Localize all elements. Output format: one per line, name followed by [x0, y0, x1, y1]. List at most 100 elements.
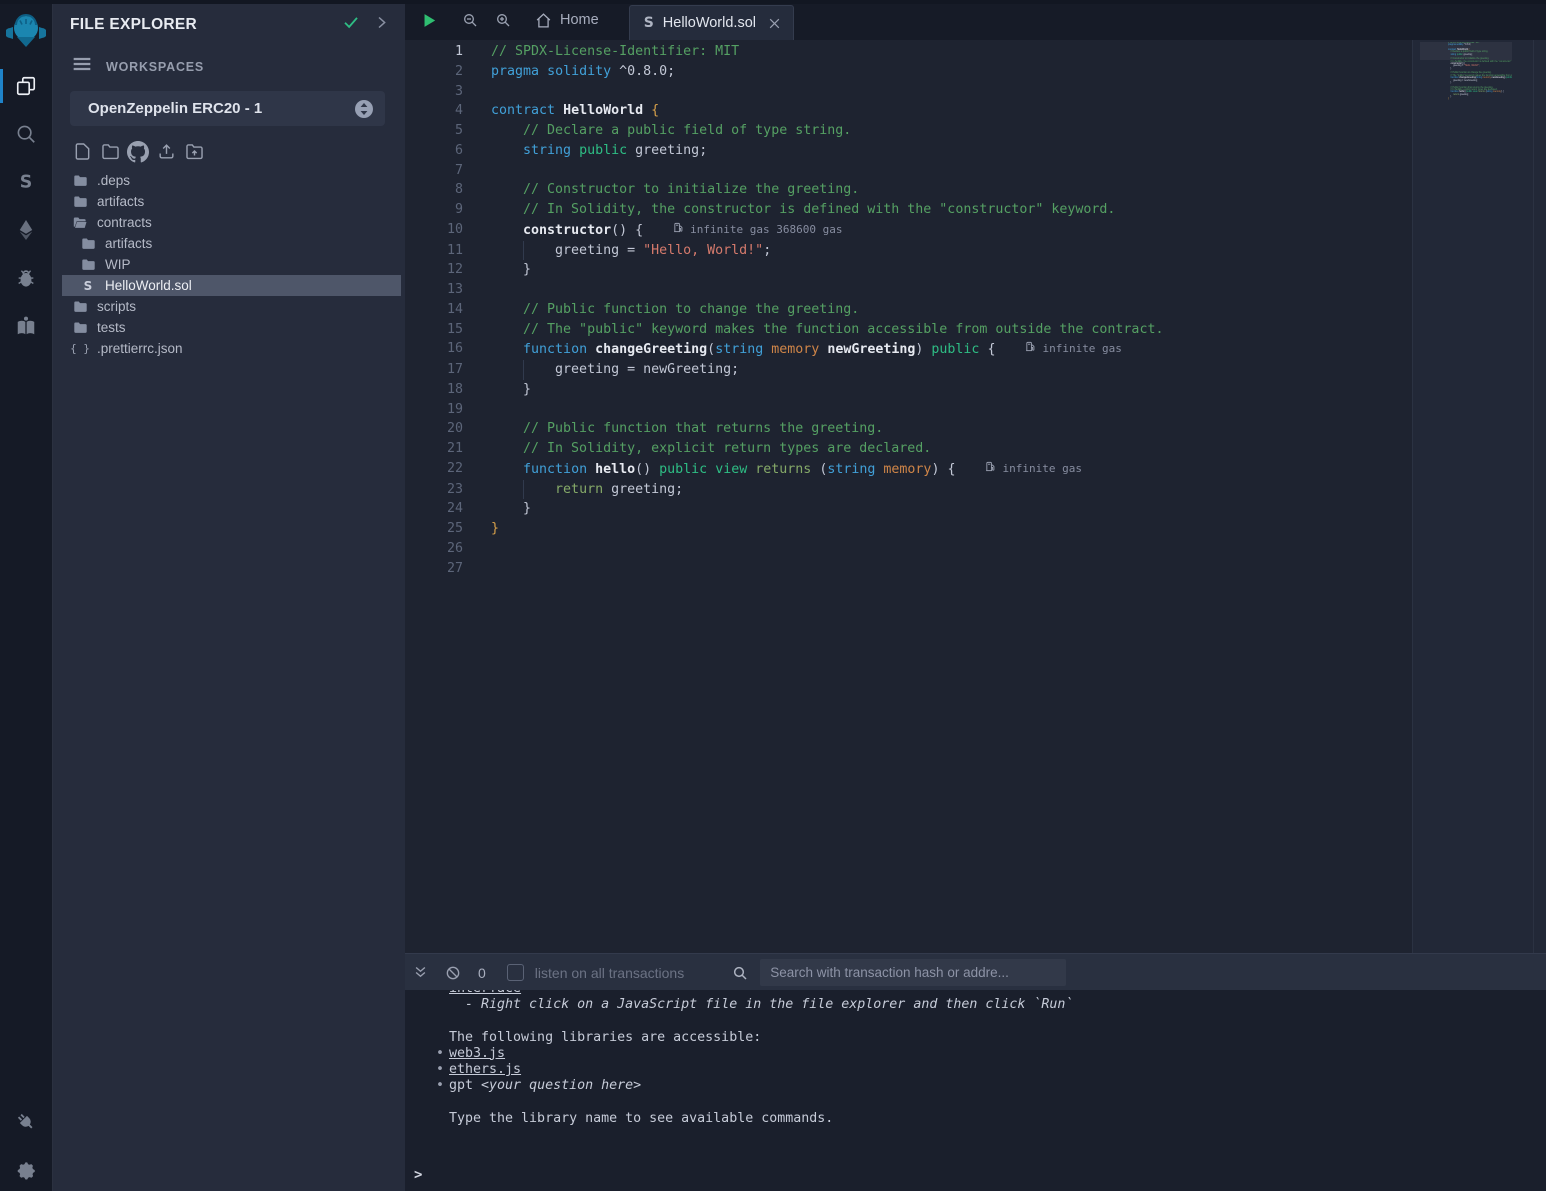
- editor-scrollbar[interactable]: [1533, 40, 1534, 953]
- terminal-link[interactable]: interface: [449, 990, 521, 996]
- code-token: [587, 342, 595, 357]
- code-token: }: [491, 501, 531, 516]
- upload-file-button[interactable]: [156, 144, 176, 164]
- tree-item-artifacts[interactable]: artifacts: [62, 191, 401, 212]
- terminal-link[interactable]: ethers.js: [449, 1062, 521, 1077]
- code-line-13: 13: [405, 280, 1163, 300]
- github-icon: [127, 141, 149, 168]
- code-token: [587, 462, 595, 477]
- tree-item-wip[interactable]: WIP: [62, 254, 401, 275]
- terminal-link[interactable]: web3.js: [449, 1046, 505, 1061]
- rail-item-solidity-compiler[interactable]: S: [0, 162, 52, 202]
- folder-open-icon: [72, 215, 88, 231]
- line-number: 19: [405, 400, 463, 420]
- chevron-right-icon[interactable]: [374, 15, 389, 35]
- gas-estimate-badge: infinite gas: [1025, 339, 1121, 359]
- tree-item-artifacts[interactable]: artifacts: [62, 233, 401, 254]
- editor-tabbar: Home S HelloWorld.sol: [405, 0, 1546, 41]
- tree-item-scripts[interactable]: scripts: [62, 296, 401, 317]
- upload-folder-button[interactable]: [184, 144, 204, 164]
- folder-icon: [72, 194, 88, 210]
- tree-item-tests[interactable]: tests: [62, 317, 401, 338]
- code-token: [643, 103, 651, 118]
- code-line-22: 22 function hello() public view returns …: [405, 459, 1163, 480]
- tab-home[interactable]: Home: [535, 12, 599, 29]
- code-line-1: 1// SPDX-License-Identifier: MIT: [405, 42, 1163, 62]
- code-token: "Hello, World!": [643, 243, 763, 258]
- rail-item-settings[interactable]: [0, 1150, 52, 1190]
- code-line-2: 2pragma solidity ^0.8.0;: [405, 62, 1163, 82]
- fuel-pump-icon: [1025, 339, 1042, 359]
- code-line-8: 8 // Constructor to initialize the greet…: [405, 180, 1163, 200]
- rail-item-learneth[interactable]: [0, 306, 52, 346]
- code-token: contract: [491, 103, 555, 118]
- tab-home-label: Home: [560, 12, 599, 28]
- line-content: [463, 400, 499, 420]
- rail-item-deploy-run[interactable]: [0, 210, 52, 250]
- tree-item--deps[interactable]: .deps: [62, 170, 401, 191]
- run-play-button[interactable]: [421, 12, 438, 29]
- workspace-sort-icon: [355, 100, 373, 118]
- line-number: 3: [405, 82, 463, 102]
- line-number: 17: [405, 360, 463, 380]
- terminal-prompt[interactable]: >: [414, 1167, 422, 1183]
- code-lines: 1// SPDX-License-Identifier: MIT2pragma …: [405, 42, 1163, 578]
- github-button[interactable]: [128, 144, 148, 164]
- check-icon[interactable]: [342, 13, 360, 36]
- code-token: newGreeting: [827, 342, 915, 357]
- line-content: pragma solidity ^0.8.0;: [463, 62, 675, 82]
- folder-icon: [72, 299, 88, 315]
- line-content: [463, 559, 499, 579]
- file-tree: .depsartifactscontractsartifactsWIPSHell…: [52, 170, 405, 359]
- terminal-search-input[interactable]: [760, 959, 1066, 986]
- remix-logo-icon[interactable]: [3, 10, 49, 52]
- tab-helloworld[interactable]: S HelloWorld.sol: [629, 5, 794, 41]
- tree-item-contracts[interactable]: contracts: [62, 212, 401, 233]
- double-chevron-down-icon[interactable]: [413, 965, 428, 980]
- code-editor[interactable]: 1// SPDX-License-Identifier: MIT2pragma …: [405, 40, 1546, 953]
- folder-icon: [72, 320, 88, 336]
- line-content: [463, 161, 499, 181]
- terminal-output[interactable]: interface - Right click on a JavaScript …: [405, 990, 1546, 1191]
- tree-item-label: tests: [97, 320, 126, 335]
- zoom-out-icon[interactable]: [462, 12, 478, 28]
- line-number: 16: [405, 339, 463, 360]
- tree-item--prettierrc-json[interactable]: { }.prettierrc.json: [62, 338, 401, 359]
- line-content: [463, 82, 499, 102]
- new-file-button[interactable]: [72, 144, 92, 164]
- code-token: function: [523, 342, 587, 357]
- listen-label: listen on all transactions: [535, 965, 684, 981]
- zoom-in-icon[interactable]: [495, 12, 511, 28]
- hamburger-icon[interactable]: [72, 56, 92, 77]
- code-token: changeGreeting: [595, 342, 707, 357]
- rail-item-debugger[interactable]: [0, 258, 52, 298]
- line-content: // Constructor to initialize the greetin…: [463, 180, 859, 200]
- line-number: 13: [405, 280, 463, 300]
- plug-icon: [15, 1111, 37, 1133]
- file-actions-toolbar: [72, 144, 405, 164]
- tree-item-helloworld-sol[interactable]: SHelloWorld.sol: [62, 275, 401, 296]
- code-line-18: 18 }: [405, 380, 1163, 400]
- terminal-text: The following libraries are accessible:: [449, 1030, 761, 1045]
- new-folder-button[interactable]: [100, 144, 120, 164]
- rail-item-plugin-manager[interactable]: [0, 1102, 52, 1142]
- line-content: function hello() public view returns (st…: [463, 459, 1082, 480]
- code-line-26: 26: [405, 539, 1163, 559]
- workspace-select[interactable]: OpenZeppelin ERC20 - 1: [70, 91, 385, 126]
- rail-item-search[interactable]: [0, 114, 52, 154]
- clear-ban-icon[interactable]: [445, 965, 461, 981]
- listen-checkbox[interactable]: [507, 964, 524, 981]
- code-line-11: 11 greeting = "Hello, World!";: [405, 241, 1163, 261]
- gas-estimate-text: infinite gas 368600 gas: [690, 220, 842, 240]
- tree-item-label: HelloWorld.sol: [105, 278, 192, 293]
- gas-estimate-text: infinite gas: [1002, 459, 1081, 479]
- gear-icon: [16, 1160, 37, 1181]
- close-icon[interactable]: [768, 17, 781, 30]
- fuel-pump-icon: [985, 459, 1002, 479]
- code-token: pragma: [491, 64, 539, 79]
- minimap[interactable]: // SPDX-License-Identifier: MITpragma so…: [1420, 42, 1512, 106]
- code-token: {: [979, 342, 995, 357]
- code-token: function: [523, 462, 587, 477]
- code-token: // The "public" keyword makes the functi…: [491, 322, 1163, 337]
- rail-item-file-explorer[interactable]: [0, 66, 52, 106]
